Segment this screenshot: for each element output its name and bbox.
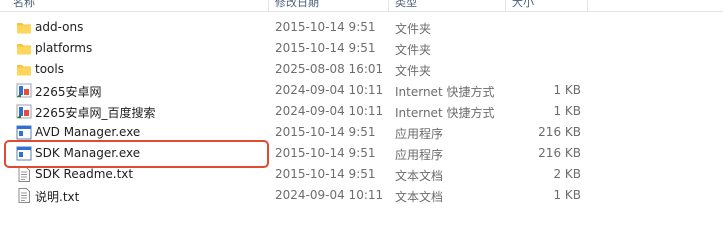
file-row[interactable]: SDK Manager.exe 2015-10-14 9:51 应用程序 216 KB (0, 143, 600, 164)
file-type: Internet 快捷方式 (395, 106, 495, 120)
file-name: 说明.txt (35, 190, 80, 204)
file-date: 2024-09-04 10:11 (275, 104, 384, 118)
column-divider[interactable] (388, 0, 389, 11)
file-date: 2015-10-14 9:51 (275, 167, 376, 181)
file-name: 2265安卓网_百度搜索 (35, 106, 156, 120)
column-divider[interactable] (587, 0, 588, 11)
file-name: platforms (35, 41, 93, 55)
file-size: 216 KB (538, 146, 581, 160)
file-name: add-ons (35, 20, 84, 34)
file-row[interactable]: AVD Manager.exe 2015-10-14 9:51 应用程序 216 KB (0, 122, 600, 143)
file-name: SDK Readme.txt (35, 167, 134, 181)
file-date: 2025-08-08 16:01 (275, 62, 384, 76)
file-row[interactable]: 2265安卓网 2024-09-04 10:11 Internet 快捷方式 1 KB (0, 80, 600, 101)
file-type: 应用程序 (395, 127, 444, 141)
file-row[interactable]: SDK Readme.txt 2015-10-14 9:51 文本文档 2 KB (0, 164, 600, 185)
column-header-date[interactable]: 修改日期 (275, 0, 319, 10)
file-size: 2 KB (553, 167, 581, 181)
file-type: 文件夹 (395, 64, 432, 78)
internet-shortcut-icon (16, 104, 32, 119)
column-header-size[interactable]: 大小 (512, 0, 534, 10)
application-icon (16, 146, 32, 161)
folder-icon (16, 41, 32, 56)
file-type: 文本文档 (395, 169, 444, 183)
folder-icon (16, 20, 32, 35)
file-size: 216 KB (538, 125, 581, 139)
text-file-icon (16, 167, 32, 182)
file-type: 应用程序 (395, 148, 444, 162)
file-name: 2265安卓网 (35, 85, 102, 99)
file-size: 1 KB (553, 104, 581, 118)
folder-icon (16, 62, 32, 77)
file-date: 2024-09-04 10:11 (275, 83, 384, 97)
file-row[interactable]: add-ons 2015-10-14 9:51 文件夹 (0, 17, 600, 38)
file-row[interactable]: 说明.txt 2024-09-04 10:11 文本文档 1 KB (0, 185, 600, 206)
column-divider[interactable] (505, 0, 506, 11)
column-divider[interactable] (268, 0, 269, 11)
file-size: 1 KB (553, 188, 581, 202)
internet-shortcut-icon (16, 83, 32, 98)
file-size: 1 KB (553, 83, 581, 97)
file-date: 2015-10-14 9:51 (275, 146, 376, 160)
column-header-type[interactable]: 类型 (395, 0, 417, 10)
column-header-name[interactable]: 名称 (13, 0, 35, 10)
file-name: AVD Manager.exe (35, 125, 141, 139)
file-date: 2024-09-04 10:11 (275, 188, 384, 202)
file-date: 2015-10-14 9:51 (275, 41, 376, 55)
application-icon (16, 125, 32, 140)
file-date: 2015-10-14 9:51 (275, 125, 376, 139)
file-type: Internet 快捷方式 (395, 85, 495, 99)
file-row[interactable]: platforms 2015-10-14 9:51 文件夹 (0, 38, 600, 59)
file-date: 2015-10-14 9:51 (275, 20, 376, 34)
file-type: 文本文档 (395, 190, 444, 204)
file-type: 文件夹 (395, 43, 432, 57)
column-header-bar: 名称 修改日期 类型 大小 (0, 0, 723, 12)
text-file-icon (16, 188, 32, 203)
file-type: 文件夹 (395, 22, 432, 36)
file-name: tools (35, 62, 64, 76)
file-row[interactable]: 2265安卓网_百度搜索 2024-09-04 10:11 Internet 快捷方… (0, 101, 600, 122)
file-name: SDK Manager.exe (35, 146, 141, 160)
file-row[interactable]: tools 2025-08-08 16:01 文件夹 (0, 59, 600, 80)
